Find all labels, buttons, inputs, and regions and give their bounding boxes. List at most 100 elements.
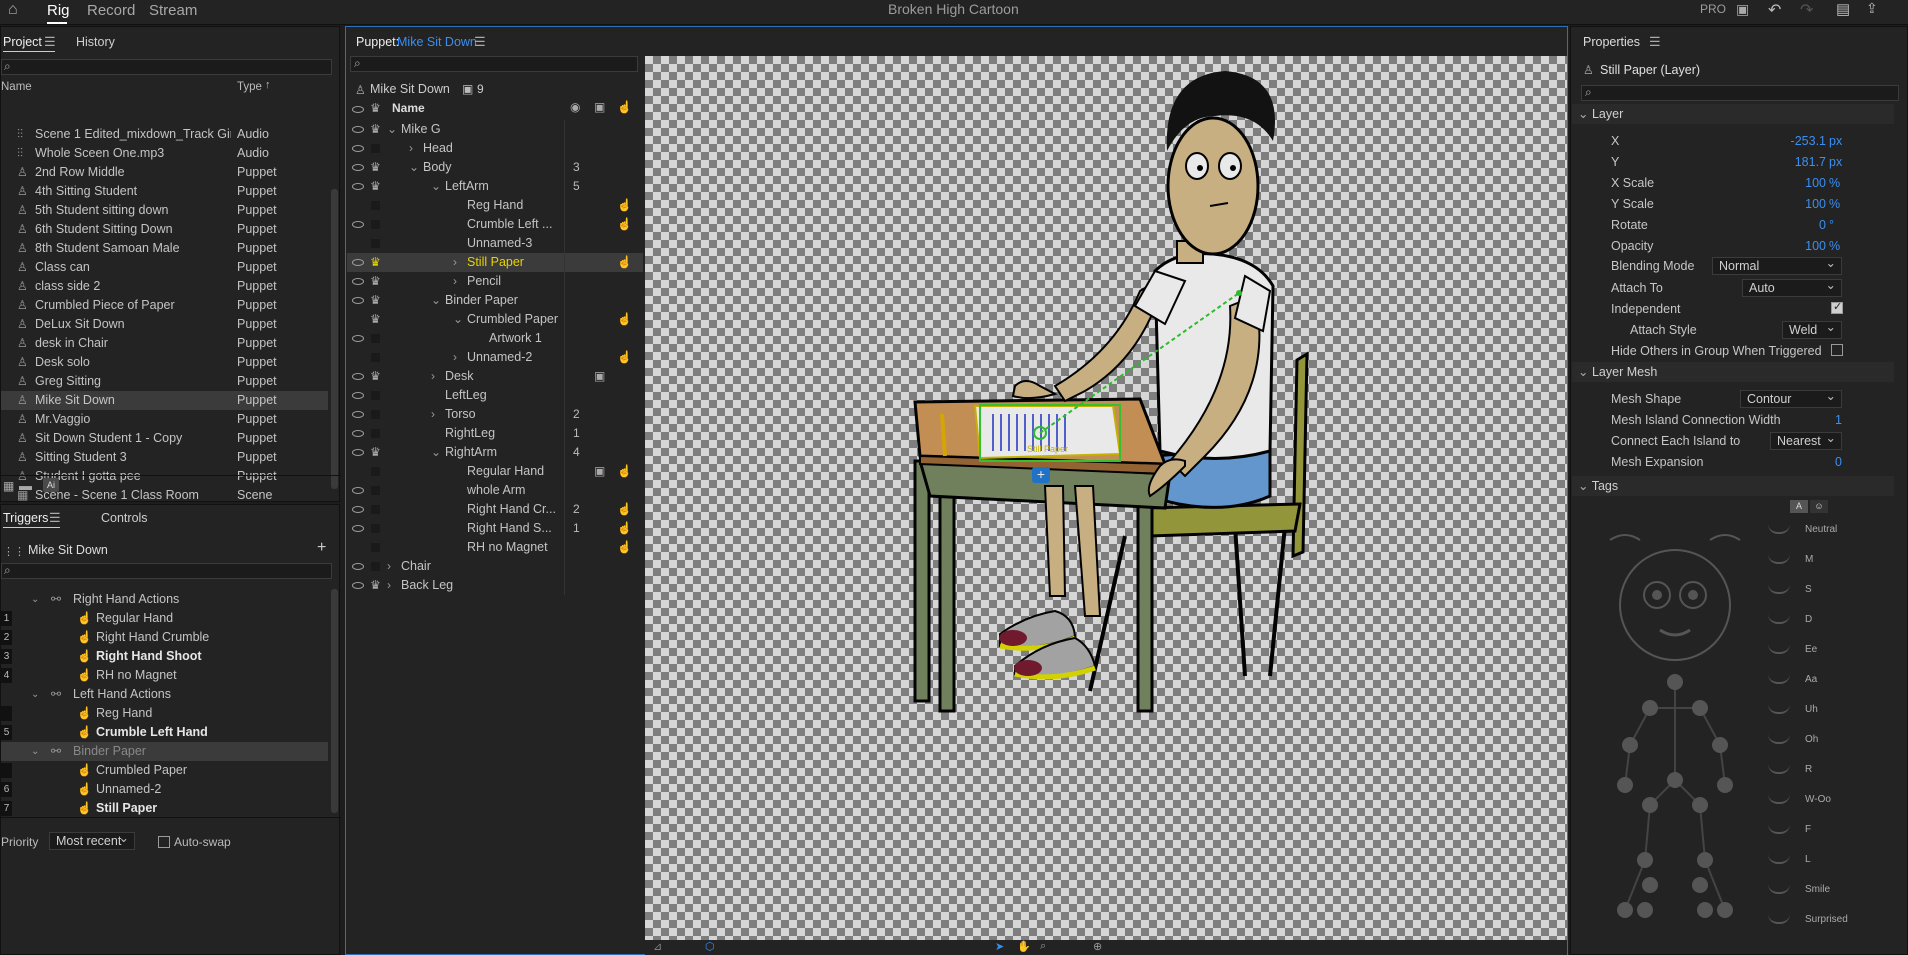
chevron-down-icon[interactable]: ⌄	[453, 310, 463, 329]
viseme-label[interactable]: Smile	[1805, 884, 1830, 895]
hand-icon[interactable]: ☝	[617, 310, 632, 329]
project-item[interactable]: ♙ Greg Sitting Puppet	[1, 372, 328, 391]
crown-icon[interactable]: ♛	[370, 253, 381, 272]
connect-dropdown[interactable]: Nearest	[1770, 430, 1842, 450]
tree-row[interactable]: ♛ ⌄ Mike G	[347, 120, 643, 139]
project-item[interactable]: ⫶⫶ Scene 1 Edited_mixdown_Track Girls... A…	[1, 125, 328, 144]
mouth-tag[interactable]	[1659, 628, 1691, 637]
calendar-icon[interactable]: ▣	[594, 367, 605, 386]
project-search-input[interactable]: ⌕	[1, 59, 332, 75]
project-item[interactable]: ♙ Class can Puppet	[1, 258, 328, 277]
trigger-key[interactable]	[1, 706, 12, 721]
project-item[interactable]: ♙ DeLux Sit Down Puppet	[1, 315, 328, 334]
chevron-down-icon[interactable]: ⌄	[431, 177, 441, 196]
share-icon[interactable]: ⇪	[1866, 0, 1878, 17]
attach-style-dropdown[interactable]: Weld	[1782, 319, 1842, 339]
project-item[interactable]: ♙ Mike Sit Down Puppet	[1, 391, 328, 410]
crown-slot[interactable]	[371, 239, 380, 248]
project-item[interactable]: ♙ Sitting Student 3 Puppet	[1, 448, 328, 467]
home-icon[interactable]: ⌂	[8, 1, 18, 19]
project-item[interactable]: ♙ class side 2 Puppet	[1, 277, 328, 296]
hand-icon[interactable]: ☝	[617, 253, 632, 272]
trigger-group[interactable]: ⌄ ⚯ Binder Paper	[1, 742, 328, 761]
visibility-eye-icon[interactable]	[352, 145, 364, 152]
tree-row[interactable]: Right Hand S... 1 ☝	[347, 519, 643, 538]
visibility-eye-icon[interactable]	[352, 221, 364, 228]
tree-row[interactable]: Unnamed-3	[347, 234, 643, 253]
calendar-icon[interactable]: ▣	[594, 462, 605, 481]
tree-row[interactable]: ♛ ⌄ LeftArm 5	[347, 177, 643, 196]
tree-row[interactable]: ♛ ⌄ Body 3	[347, 158, 643, 177]
trigger-key[interactable]: 7	[1, 801, 12, 816]
tree-row[interactable]: › Chair	[347, 557, 643, 576]
hand-icon[interactable]: ☝	[617, 519, 632, 538]
chevron-down-icon[interactable]: ⌄	[431, 291, 441, 310]
crown-icon[interactable]: ♛	[370, 101, 381, 115]
tree-row[interactable]: ♛ › Back Leg	[347, 576, 643, 595]
folder-icon[interactable]: ▬	[19, 478, 32, 493]
trigger-item[interactable]: 1 ☝ Regular Hand	[1, 609, 328, 628]
triggers-menu-icon[interactable]: ☰	[49, 510, 61, 526]
crown-icon[interactable]: ♛	[370, 291, 381, 310]
chevron-right-icon[interactable]: ›	[387, 557, 391, 576]
crown-icon[interactable]: ♛	[370, 177, 381, 196]
expansion-value[interactable]: 0	[1790, 455, 1842, 469]
tags-visual-view-icon[interactable]: ☺	[1810, 500, 1828, 513]
project-menu-icon[interactable]: ☰	[44, 34, 56, 50]
visibility-eye-icon[interactable]	[352, 449, 364, 456]
visibility-eye-icon[interactable]	[352, 563, 364, 570]
chevron-down-icon[interactable]: ⌄	[31, 590, 39, 609]
viseme-label[interactable]: W-Oo	[1805, 794, 1831, 805]
tree-row[interactable]: › Unnamed-2 ☝	[347, 348, 643, 367]
visibility-eye-icon[interactable]	[352, 278, 364, 285]
chevron-down-icon[interactable]: ⌄	[31, 742, 39, 761]
crown-slot[interactable]	[371, 353, 380, 362]
project-item[interactable]: ♙ Mr.Vaggio Puppet	[1, 410, 328, 429]
tree-row[interactable]: Artwork 1	[347, 329, 643, 348]
chevron-right-icon[interactable]: ›	[431, 405, 435, 424]
visibility-eye-icon[interactable]	[352, 487, 364, 494]
viseme-label[interactable]: R	[1805, 764, 1812, 775]
tree-row[interactable]: RightLeg 1	[347, 424, 643, 443]
trigger-key[interactable]: 5	[1, 725, 12, 740]
layer-prop-value[interactable]: 100	[1740, 239, 1826, 253]
mesh-island-value[interactable]: 1	[1790, 413, 1842, 427]
viseme-label[interactable]: Uh	[1805, 704, 1818, 715]
layer-prop-value[interactable]: 100	[1740, 176, 1826, 190]
viseme-label[interactable]: Oh	[1805, 734, 1818, 745]
crown-icon[interactable]: ♛	[370, 367, 381, 386]
puppet-search-input[interactable]: ⌕	[350, 56, 638, 72]
viseme-label[interactable]: M	[1805, 554, 1813, 565]
hand-icon[interactable]: ☝	[617, 538, 632, 557]
tree-row[interactable]: ♛ › Still Paper ☝	[347, 253, 643, 272]
trigger-item[interactable]: 7 ☝ Still Paper	[1, 799, 328, 818]
feedback-icon[interactable]: ▤	[1836, 0, 1850, 18]
trigger-key[interactable]: 6	[1, 782, 12, 797]
trigger-key[interactable]: 4	[1, 668, 12, 683]
viseme-label[interactable]: Surprised	[1805, 914, 1848, 925]
tab-triggers[interactable]: Triggers	[3, 511, 48, 525]
visibility-eye-icon[interactable]	[352, 582, 364, 589]
hand-icon[interactable]: ☝	[617, 462, 632, 481]
visibility-eye-icon[interactable]	[352, 183, 364, 190]
project-item[interactable]: ♙ Sit Down Student 1 - Copy Puppet	[1, 429, 328, 448]
tree-row[interactable]: › Torso 2	[347, 405, 643, 424]
tab-record[interactable]: Record	[87, 2, 135, 19]
crown-slot[interactable]	[371, 220, 380, 229]
crown-icon[interactable]: ♛	[370, 120, 381, 139]
trigger-item[interactable]: 6 ☝ Unnamed-2	[1, 780, 328, 799]
crown-slot[interactable]	[371, 201, 380, 210]
tree-row[interactable]: Regular Hand ▣ ☝	[347, 462, 643, 481]
crown-slot[interactable]	[371, 391, 380, 400]
tab-stream[interactable]: Stream	[149, 2, 197, 19]
add-trigger-icon[interactable]: +	[317, 539, 326, 557]
section-layer-mesh[interactable]: ⌄ Layer Mesh	[1572, 362, 1894, 382]
project-item[interactable]: ♙ 4th Sitting Student Puppet	[1, 182, 328, 201]
tree-row[interactable]: ♛ › Desk ▣	[347, 367, 643, 386]
right-pupil-tag[interactable]	[1688, 590, 1698, 600]
trigger-item[interactable]: ☝ Reg Hand	[1, 704, 328, 723]
crown-slot[interactable]	[371, 543, 380, 552]
right-blink-tag[interactable]	[1709, 534, 1741, 541]
undo-icon[interactable]: ↶	[1768, 0, 1781, 20]
crown-slot[interactable]	[371, 410, 380, 419]
